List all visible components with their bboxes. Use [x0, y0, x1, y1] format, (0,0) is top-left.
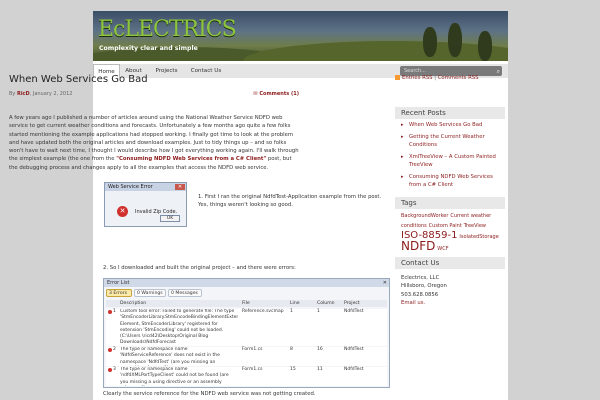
company-city: Hillsboro, Oregon [401, 283, 447, 290]
post-author[interactable]: RicD [17, 91, 30, 97]
tab-errors: 3 Errors [106, 289, 132, 297]
email-link[interactable]: Email us. [401, 299, 447, 307]
rss-icon [395, 75, 400, 80]
recent-post-link[interactable]: When Web Services Go Bad [401, 121, 482, 129]
error-file: Form1.cs [242, 367, 263, 372]
col-project: Project [344, 301, 360, 306]
error-column: 11 [317, 367, 323, 372]
web-service-error-dialog: Web Service Error ✕ ✕ Invalid Zip Code. … [104, 182, 187, 227]
col-column: Column [317, 301, 335, 306]
error-icon [108, 348, 112, 352]
rss-links: Entries RSS | Comments RSS [395, 75, 479, 81]
error-line: 1 [290, 309, 293, 314]
post-paragraph: 2. So I downloaded and built the origina… [103, 265, 296, 271]
site-header: EcLECTRICS Complexity clear and simple [93, 11, 508, 61]
error-icon [108, 368, 112, 372]
article-link[interactable]: "Consuming NDFD Web Services from a C# C… [116, 156, 266, 162]
recent-posts-title: Recent Posts [395, 107, 505, 119]
tree-shape [478, 31, 492, 61]
tab-messages: 0 Messages [168, 289, 202, 297]
error-file: Form1.cs [242, 347, 263, 352]
tag-cloud: BackgroundWorker Current weather conditi… [401, 211, 503, 254]
search-icon[interactable]: ⌕ [497, 67, 500, 77]
post-date: , January 2, 2012 [29, 91, 73, 97]
contact-info: Eclectrics, LLC Hillsboro, Oregon 503.62… [401, 274, 447, 307]
error-list-screenshot: Error List ✕ 3 Errors 0 Warnings 0 Messa… [103, 278, 390, 388]
post-meta: By RicD, January 2, 2012 ✉ Comments (1) [9, 91, 299, 97]
error-row: 1 Custom tool error: Failed to generate … [106, 309, 387, 346]
search-placeholder: Search... [404, 68, 426, 74]
error-line: 15 [290, 367, 296, 372]
recent-post-link[interactable]: Consuming NDFD Web Services from a C# Cl… [401, 173, 501, 189]
close-icon: ✕ [175, 184, 185, 190]
tag-link[interactable]: TreeView [464, 223, 486, 229]
post-paragraph: A few years ago I published a number of … [9, 114, 299, 172]
post-paragraph: 1. First I ran the original NdfdTest-App… [198, 194, 382, 209]
error-file: Reference.svcmap [242, 309, 284, 314]
error-number: 1 [113, 309, 116, 314]
recent-post-link[interactable]: XmlTreeView – A Custom Painted TreeView [401, 153, 501, 169]
site-logo[interactable]: EcLECTRICS [98, 17, 237, 42]
post-title[interactable]: When Web Services Go Bad [9, 74, 299, 85]
error-list-header: Description File Line Column Project [106, 300, 387, 307]
col-file: File [242, 301, 250, 306]
main-content: When Web Services Go Bad By RicD, Januar… [9, 74, 299, 171]
entries-rss-link[interactable]: Entries RSS [402, 75, 433, 81]
error-icon [108, 310, 112, 314]
comments-link[interactable]: ✉ Comments (1) [253, 91, 299, 97]
error-project: NdfdTest [344, 309, 364, 314]
tree-shape [423, 27, 437, 57]
error-description: The type or namespace name 'NdfdServiceR… [120, 347, 220, 366]
col-line: Line [290, 301, 300, 306]
tag-link[interactable]: WCF [437, 246, 448, 252]
error-icon: ✕ [117, 206, 128, 217]
site-tagline: Complexity clear and simple [99, 45, 198, 52]
comments-rss-link[interactable]: Comments RSS [438, 75, 479, 81]
error-row: 3 The type or namespace name 'ndfdXMLPor… [106, 367, 387, 386]
dialog-title: Web Service Error [105, 183, 186, 191]
error-number: 2 [113, 347, 116, 352]
error-column: 1 [317, 309, 320, 314]
tag-link[interactable]: IsolatedStorage [459, 234, 498, 240]
contact-title: Contact Us [395, 257, 505, 269]
error-description: The type or namespace name 'ndfdXMLPortT… [120, 367, 229, 386]
error-list-title: Error List [104, 279, 389, 287]
error-number: 3 [113, 367, 116, 372]
rss-separator: | [434, 75, 437, 81]
tree-shape [448, 23, 462, 57]
tags-title: Tags [395, 197, 505, 209]
col-description: Description [120, 301, 147, 306]
error-column: 16 [317, 347, 323, 352]
error-line: 8 [290, 347, 293, 352]
comments-count: Comments (1) [259, 91, 299, 97]
post-caption: Clearly the service reference for the ND… [103, 391, 316, 397]
recent-post-link[interactable]: Getting the Current Weather Conditions [401, 133, 501, 149]
tag-link[interactable]: BackgroundWorker [401, 213, 448, 219]
company-phone: 503.628.0856 [401, 291, 439, 298]
close-icon: ✕ [382, 280, 387, 286]
by-label: By [9, 91, 16, 97]
ok-button: OK [160, 215, 180, 222]
error-project: NdfdTest [344, 347, 364, 352]
error-row: 2 The type or namespace name 'NdfdServic… [106, 347, 387, 366]
company-name: Eclectrics, LLC [401, 275, 440, 281]
hill-shape [243, 41, 508, 61]
tab-warnings: 0 Warnings [134, 289, 166, 297]
error-description: Custom tool error: Failed to generate fi… [120, 309, 238, 346]
tag-link[interactable]: NDFD [401, 239, 435, 253]
error-project: NdfdTest [344, 367, 364, 372]
tag-link[interactable]: Custom Paint [429, 223, 462, 229]
